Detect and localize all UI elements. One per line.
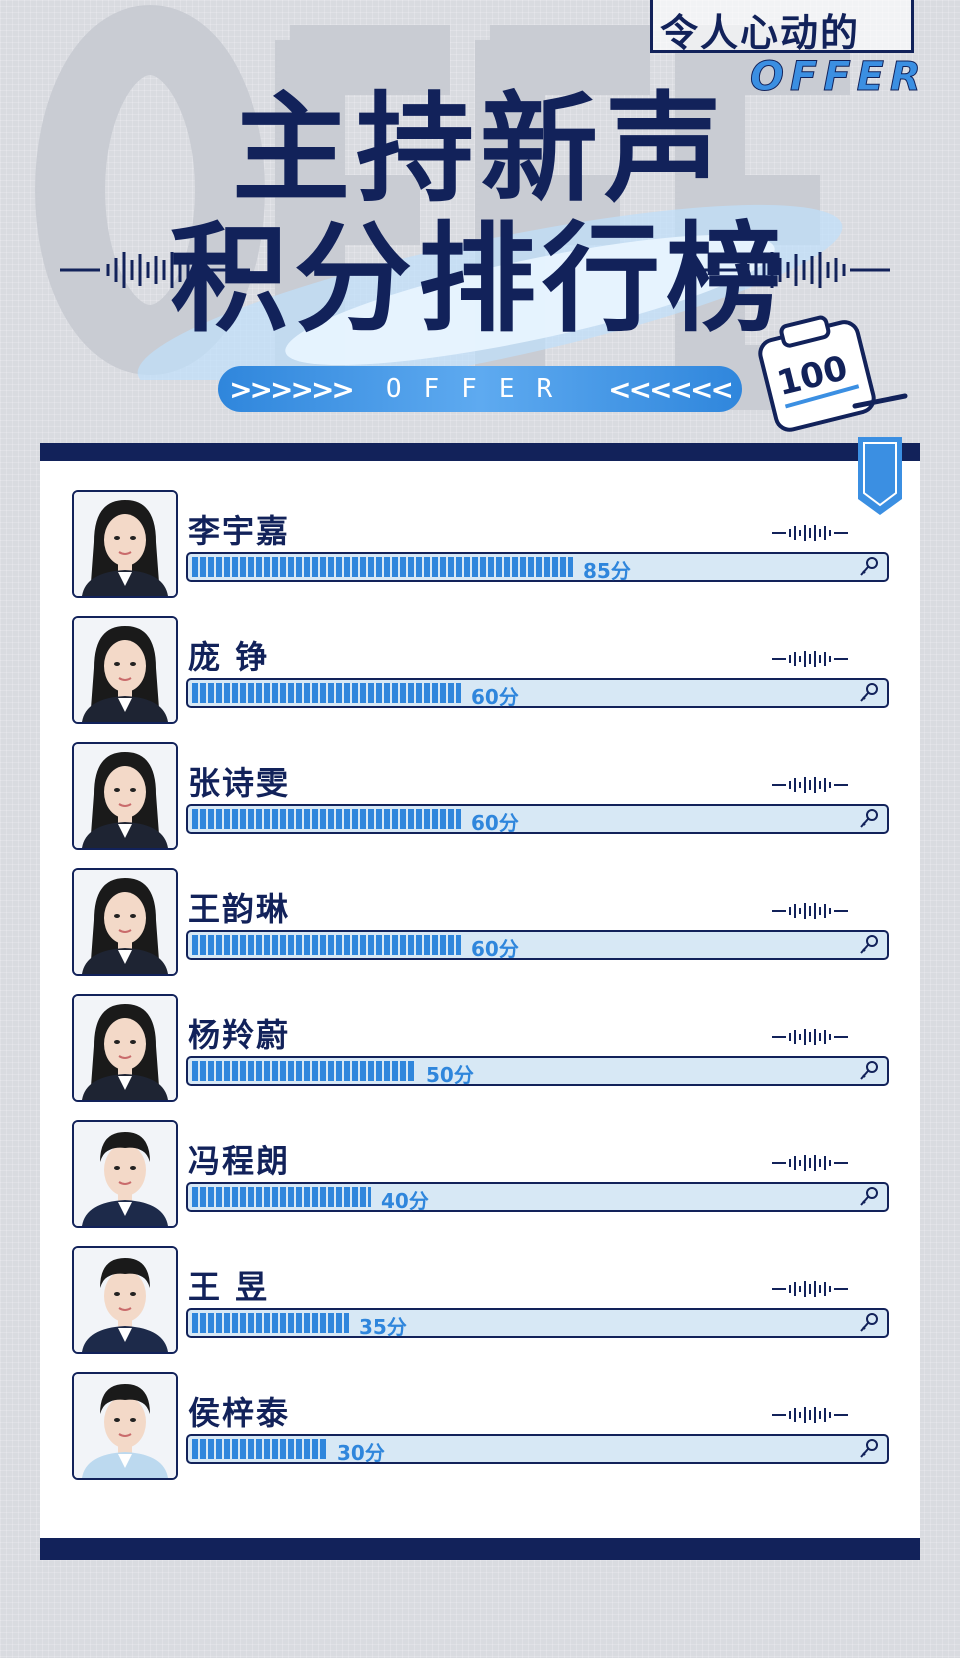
- microphone-icon: [860, 1187, 878, 1206]
- score-label: 85分: [583, 559, 631, 583]
- avatar: [72, 1120, 178, 1228]
- score-label: 30分: [337, 1441, 385, 1465]
- sound-wave-icon: [772, 903, 848, 919]
- score-bar-fill: [192, 809, 461, 829]
- leaderboard-top-border: [40, 443, 920, 461]
- ranking-row: 王韵琳 60分: [70, 868, 890, 976]
- sound-wave-icon: [772, 1281, 848, 1297]
- sound-wave-icon: [772, 1029, 848, 1045]
- score-bar-fill: [192, 1061, 416, 1081]
- contestant-name: 张诗雯: [188, 764, 291, 802]
- score-bar: 30分: [186, 1434, 889, 1465]
- microphone-icon: [860, 809, 878, 828]
- score-bar-fill: [192, 1439, 327, 1459]
- offer-banner: >>>>>> OFFER <<<<<<: [218, 366, 742, 412]
- sound-wave-icon: [772, 525, 848, 541]
- microphone-icon: [860, 557, 878, 576]
- sound-wave-icon: [772, 1407, 848, 1423]
- score-bar: 60分: [186, 930, 889, 961]
- microphone-icon: [860, 683, 878, 702]
- show-title: 令人心动的: [660, 11, 861, 55]
- microphone-icon: [860, 1439, 878, 1458]
- pill-offer-text: OFFER: [385, 374, 575, 404]
- pill-chevrons-left: >>>>>>: [229, 372, 355, 406]
- microphone-icon: [860, 935, 878, 954]
- avatar: [72, 742, 178, 850]
- page-title-line1: 主持新声: [231, 80, 728, 218]
- ranking-row: 侯梓泰 30分: [70, 1372, 890, 1480]
- sound-wave-right-icon: [700, 252, 890, 288]
- score-card-100-icon: 100: [758, 315, 908, 432]
- ranking-row: 张诗雯 60分: [70, 742, 890, 850]
- pill-chevrons-right: <<<<<<: [608, 372, 734, 406]
- score-bar-fill: [192, 935, 461, 955]
- score-label: 60分: [471, 811, 519, 835]
- score-label: 40分: [381, 1189, 429, 1213]
- sound-wave-icon: [772, 1155, 848, 1171]
- sound-wave-left-icon: [60, 252, 250, 288]
- score-label: 60分: [471, 937, 519, 961]
- ranking-row: 庞 铮 60分: [70, 616, 890, 724]
- contestant-name: 王 昱: [188, 1268, 270, 1306]
- sound-wave-icon: [772, 777, 848, 793]
- avatar: [72, 1372, 178, 1480]
- score-bar: 60分: [186, 804, 889, 835]
- score-bar: 40分: [186, 1182, 889, 1213]
- avatar: [72, 490, 178, 598]
- score-bar: 85分: [186, 552, 889, 583]
- avatar: [72, 994, 178, 1102]
- score-bar-fill: [192, 1187, 371, 1207]
- avatar: [72, 1246, 178, 1354]
- contestant-name: 冯程朗: [188, 1142, 291, 1180]
- avatar: [72, 616, 178, 724]
- ranking-row: 王 昱 35分: [70, 1246, 890, 1354]
- score-bar-fill: [192, 683, 461, 703]
- score-label: 50分: [426, 1063, 474, 1087]
- score-bar: 50分: [186, 1056, 889, 1087]
- score-bar: 60分: [186, 678, 889, 709]
- contestant-name: 王韵琳: [188, 890, 291, 928]
- ranking-row: 冯程朗 40分: [70, 1120, 890, 1228]
- ranking-row: 杨羚蔚 50分: [70, 994, 890, 1102]
- contestant-name: 李宇嘉: [188, 512, 291, 550]
- score-bar-fill: [192, 557, 573, 577]
- avatar: [72, 868, 178, 976]
- leaderboard-bottom-border: [40, 1538, 920, 1560]
- microphone-icon: [860, 1313, 878, 1332]
- ranking-row: 李宇嘉 85分: [70, 490, 890, 598]
- score-label: 35分: [359, 1315, 407, 1339]
- microphone-icon: [860, 1061, 878, 1080]
- contestant-name: 杨羚蔚: [188, 1016, 291, 1054]
- score-label: 60分: [471, 685, 519, 709]
- score-bar: 35分: [186, 1308, 889, 1339]
- score-bar-fill: [192, 1313, 349, 1333]
- contestant-name: 侯梓泰: [188, 1394, 291, 1432]
- contestant-name: 庞 铮: [188, 638, 270, 676]
- sound-wave-icon: [772, 651, 848, 667]
